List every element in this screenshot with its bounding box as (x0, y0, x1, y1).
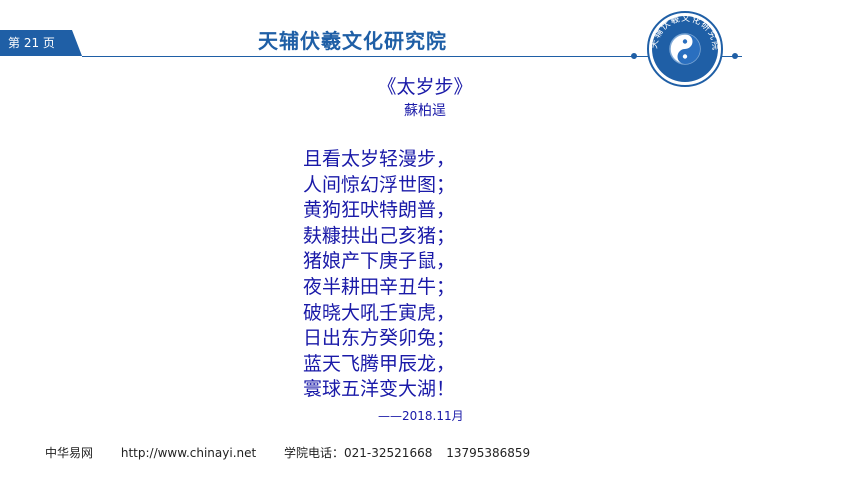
poem-line: 蓝天飞腾甲辰龙， (303, 352, 456, 375)
header-divider (82, 56, 742, 57)
poem-line: 黄狗狂吠特朗普， (303, 199, 456, 222)
header-title: 天辅伏羲文化研究院 (258, 29, 447, 53)
poem-line: 破晓大吼壬寅虎， (303, 301, 456, 324)
footer-phone: 学院电话：021-32521668 (284, 446, 433, 460)
poem-author: 蘇柏逞 (404, 103, 446, 119)
footer-site-name: 中华易网 (45, 446, 94, 460)
poem-title: 《太岁步》 (377, 76, 473, 98)
poem-line: 日出东方癸卯兔； (303, 327, 456, 350)
footer-url[interactable]: http://www.chinayi.net (121, 446, 256, 460)
footer: 中华易网 http://www.chinayi.net 学院电话：021-325… (45, 444, 554, 461)
poem-line: 寰球五洋变大湖！ (303, 378, 456, 401)
page-number-tab: 第 21 页 (0, 30, 82, 56)
poem-line: 麸糠拱出己亥猪； (303, 224, 456, 247)
poem-body: 且看太岁轻漫步， 人间惊幻浮世图； 黄狗狂吠特朗普， 麸糠拱出己亥猪； 猪娘产下… (303, 147, 455, 403)
divider-dot-right (732, 53, 738, 59)
yin-yang-icon (669, 33, 701, 65)
poem-date: ——2018.11月 (378, 409, 464, 423)
poem-line: 夜半耕田辛丑牛； (303, 275, 456, 298)
poem-line: 人间惊幻浮世图； (303, 173, 456, 196)
divider-dot-left (631, 53, 637, 59)
poem-line: 猪娘产下庚子鼠， (303, 250, 456, 273)
poem-line: 且看太岁轻漫步， (303, 148, 456, 170)
footer-phone-mobile: 13795386859 (446, 446, 531, 460)
